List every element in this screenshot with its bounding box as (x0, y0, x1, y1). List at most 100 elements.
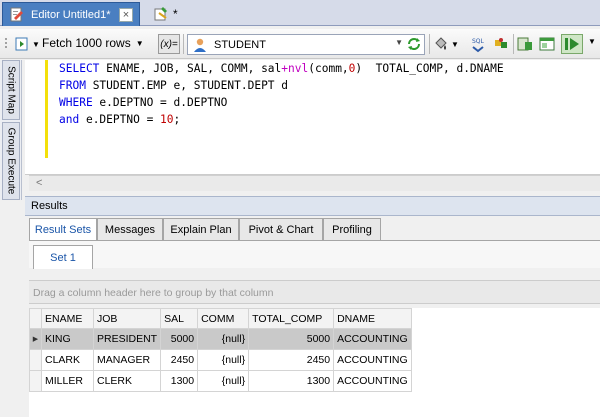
column-header-dname[interactable]: DNAME (333, 308, 412, 329)
puzzle-icon (493, 36, 509, 52)
sql-text: ) TOTAL_COMP, d.DNAME (355, 62, 504, 75)
tab-messages[interactable]: Messages (97, 218, 163, 240)
chevron-down-icon: ▼ (451, 39, 459, 49)
cell-job[interactable]: MANAGER (92, 349, 162, 371)
tab-set-1[interactable]: Set 1 (33, 245, 93, 269)
tab-label: Profiling (332, 223, 372, 236)
editor-horizontal-scrollbar[interactable]: < (29, 175, 600, 191)
table-row[interactable]: CLARK MANAGER 2450 {null} 2450 ACCOUNTING (29, 349, 412, 371)
sql-text: e.DEPTNO = d.DEPTNO (92, 96, 228, 109)
toolbar-separator (513, 34, 514, 54)
toolbar-overflow[interactable]: ▼ (588, 37, 596, 46)
sql-keyword: WHERE (59, 96, 93, 109)
column-header-sal[interactable]: SAL (160, 308, 199, 329)
editor-document-icon (9, 7, 25, 23)
chevron-down-icon: ▼ (395, 38, 403, 47)
window-icon (539, 36, 555, 52)
cell-ename[interactable]: CLARK (41, 349, 94, 371)
variables-button[interactable]: (x)= (158, 34, 180, 54)
column-header-job[interactable]: JOB (92, 308, 162, 329)
chevron-down-icon: ▼ (135, 38, 144, 48)
new-tab-label: * (173, 7, 178, 21)
tab-explain-plan[interactable]: Explain Plan (163, 218, 239, 240)
table-row[interactable]: ▶ KING PRESIDENT 5000 {null} 5000 ACCOUNTING (29, 328, 412, 350)
window-button[interactable] (539, 36, 555, 52)
results-title: Results (31, 200, 68, 212)
row-indicator[interactable] (29, 370, 42, 392)
cell-dname[interactable]: ACCOUNTING (333, 328, 412, 350)
cell-job[interactable]: PRESIDENT (92, 328, 162, 350)
tab-script-map[interactable]: Script Map (2, 60, 20, 120)
result-grid[interactable]: ENAME JOB SAL COMM TOTAL_COMP DNAME ▶ KIN… (29, 308, 600, 417)
puzzle-button[interactable] (493, 36, 509, 52)
export-button[interactable] (517, 36, 533, 52)
tab-group-execute[interactable]: Group Execute (2, 122, 20, 200)
export-icon (517, 36, 533, 52)
table-row[interactable]: MILLER CLERK 1300 {null} 1300 ACCOUNTING (29, 370, 412, 392)
header-row: ENAME JOB SAL COMM TOTAL_COMP DNAME (29, 308, 412, 329)
row-indicator[interactable]: ▶ (29, 328, 42, 350)
cell-job[interactable]: CLERK (92, 370, 162, 392)
run-script-icon (564, 36, 580, 52)
cell-dname[interactable]: ACCOUNTING (333, 349, 412, 371)
cell-sal[interactable]: 5000 (160, 328, 199, 350)
run-script-button[interactable] (561, 34, 583, 54)
close-tab-icon[interactable]: × (119, 7, 133, 22)
connection-name: STUDENT (214, 38, 266, 51)
tab-label: Editor Untitled1* (31, 8, 111, 21)
cell-ename[interactable]: KING (41, 328, 94, 350)
column-header-comm[interactable]: COMM (197, 308, 250, 329)
current-row-icon: ▶ (32, 336, 39, 343)
paint-bucket-button[interactable]: ▼ (433, 36, 459, 52)
cell-total-comp[interactable]: 5000 (248, 328, 335, 350)
tab-pivot-chart[interactable]: Pivot & Chart (239, 218, 323, 240)
sql-number: 10 (160, 113, 174, 126)
code-line[interactable]: and e.DEPTNO = 10; (59, 111, 504, 128)
user-connection-icon (192, 37, 208, 53)
cell-dname[interactable]: ACCOUNTING (333, 370, 412, 392)
sql-format-icon: SQL (469, 35, 485, 53)
cell-comm[interactable]: {null} (197, 349, 250, 371)
execute-menu-icon (14, 36, 30, 52)
row-indicator[interactable] (29, 349, 42, 371)
cell-comm[interactable]: {null} (197, 370, 250, 392)
code-line[interactable]: SELECT ENAME, JOB, SAL, COMM, sal+nvl(co… (59, 60, 504, 77)
tab-editor-untitled1[interactable]: Editor Untitled1* × (2, 2, 140, 26)
group-by-drop-area[interactable]: Drag a column header here to group by th… (29, 280, 600, 304)
fetch-rows-label: Fetch 1000 rows (42, 36, 131, 50)
cell-sal[interactable]: 2450 (160, 349, 199, 371)
side-tab-strip: Script Map Group Execute (0, 60, 22, 200)
cell-ename[interactable]: MILLER (41, 370, 94, 392)
tab-label: Explain Plan (170, 223, 232, 236)
cell-comm[interactable]: {null} (197, 328, 250, 350)
sql-format-button[interactable]: SQL (469, 35, 485, 53)
cell-total-comp[interactable]: 1300 (248, 370, 335, 392)
cell-total-comp[interactable]: 2450 (248, 349, 335, 371)
tab-label: Set 1 (50, 251, 76, 264)
tab-result-sets[interactable]: Result Sets (29, 218, 97, 241)
result-set-tab-bar: Set 1 (29, 240, 600, 269)
sql-keyword: SELECT (59, 62, 100, 75)
tab-label: Pivot & Chart (248, 223, 314, 236)
results-panel-header: Results (25, 196, 600, 216)
connection-selector[interactable]: STUDENT ▼ (187, 34, 425, 55)
results-panel: Result Sets Messages Explain Plan Pivot … (25, 216, 600, 417)
tab-label: Result Sets (34, 224, 92, 236)
column-header-ename[interactable]: ENAME (41, 308, 94, 329)
fetch-rows-dropdown[interactable]: Fetch 1000 rows ▼ (42, 36, 144, 50)
sql-editor[interactable]: SELECT ENAME, JOB, SAL, COMM, sal+nvl(co… (25, 60, 600, 175)
sql-function: nvl (288, 62, 309, 75)
toolbar-separator (183, 34, 184, 54)
code-line[interactable]: FROM STUDENT.EMP e, STUDENT.DEPT d (59, 77, 504, 94)
sql-code[interactable]: SELECT ENAME, JOB, SAL, COMM, sal+nvl(co… (59, 60, 504, 128)
execute-menu-button[interactable]: ▼ (14, 36, 40, 52)
tab-profiling[interactable]: Profiling (323, 218, 381, 240)
change-marker (45, 60, 48, 158)
refresh-icon[interactable] (406, 36, 422, 55)
toolbar-separator (429, 34, 430, 54)
cell-sal[interactable]: 1300 (160, 370, 199, 392)
code-line[interactable]: WHERE e.DEPTNO = d.DEPTNO (59, 94, 504, 111)
scroll-left-icon[interactable]: < (36, 177, 42, 189)
column-header-total-comp[interactable]: TOTAL_COMP (248, 308, 335, 329)
tab-new-editor[interactable]: * (148, 2, 188, 26)
